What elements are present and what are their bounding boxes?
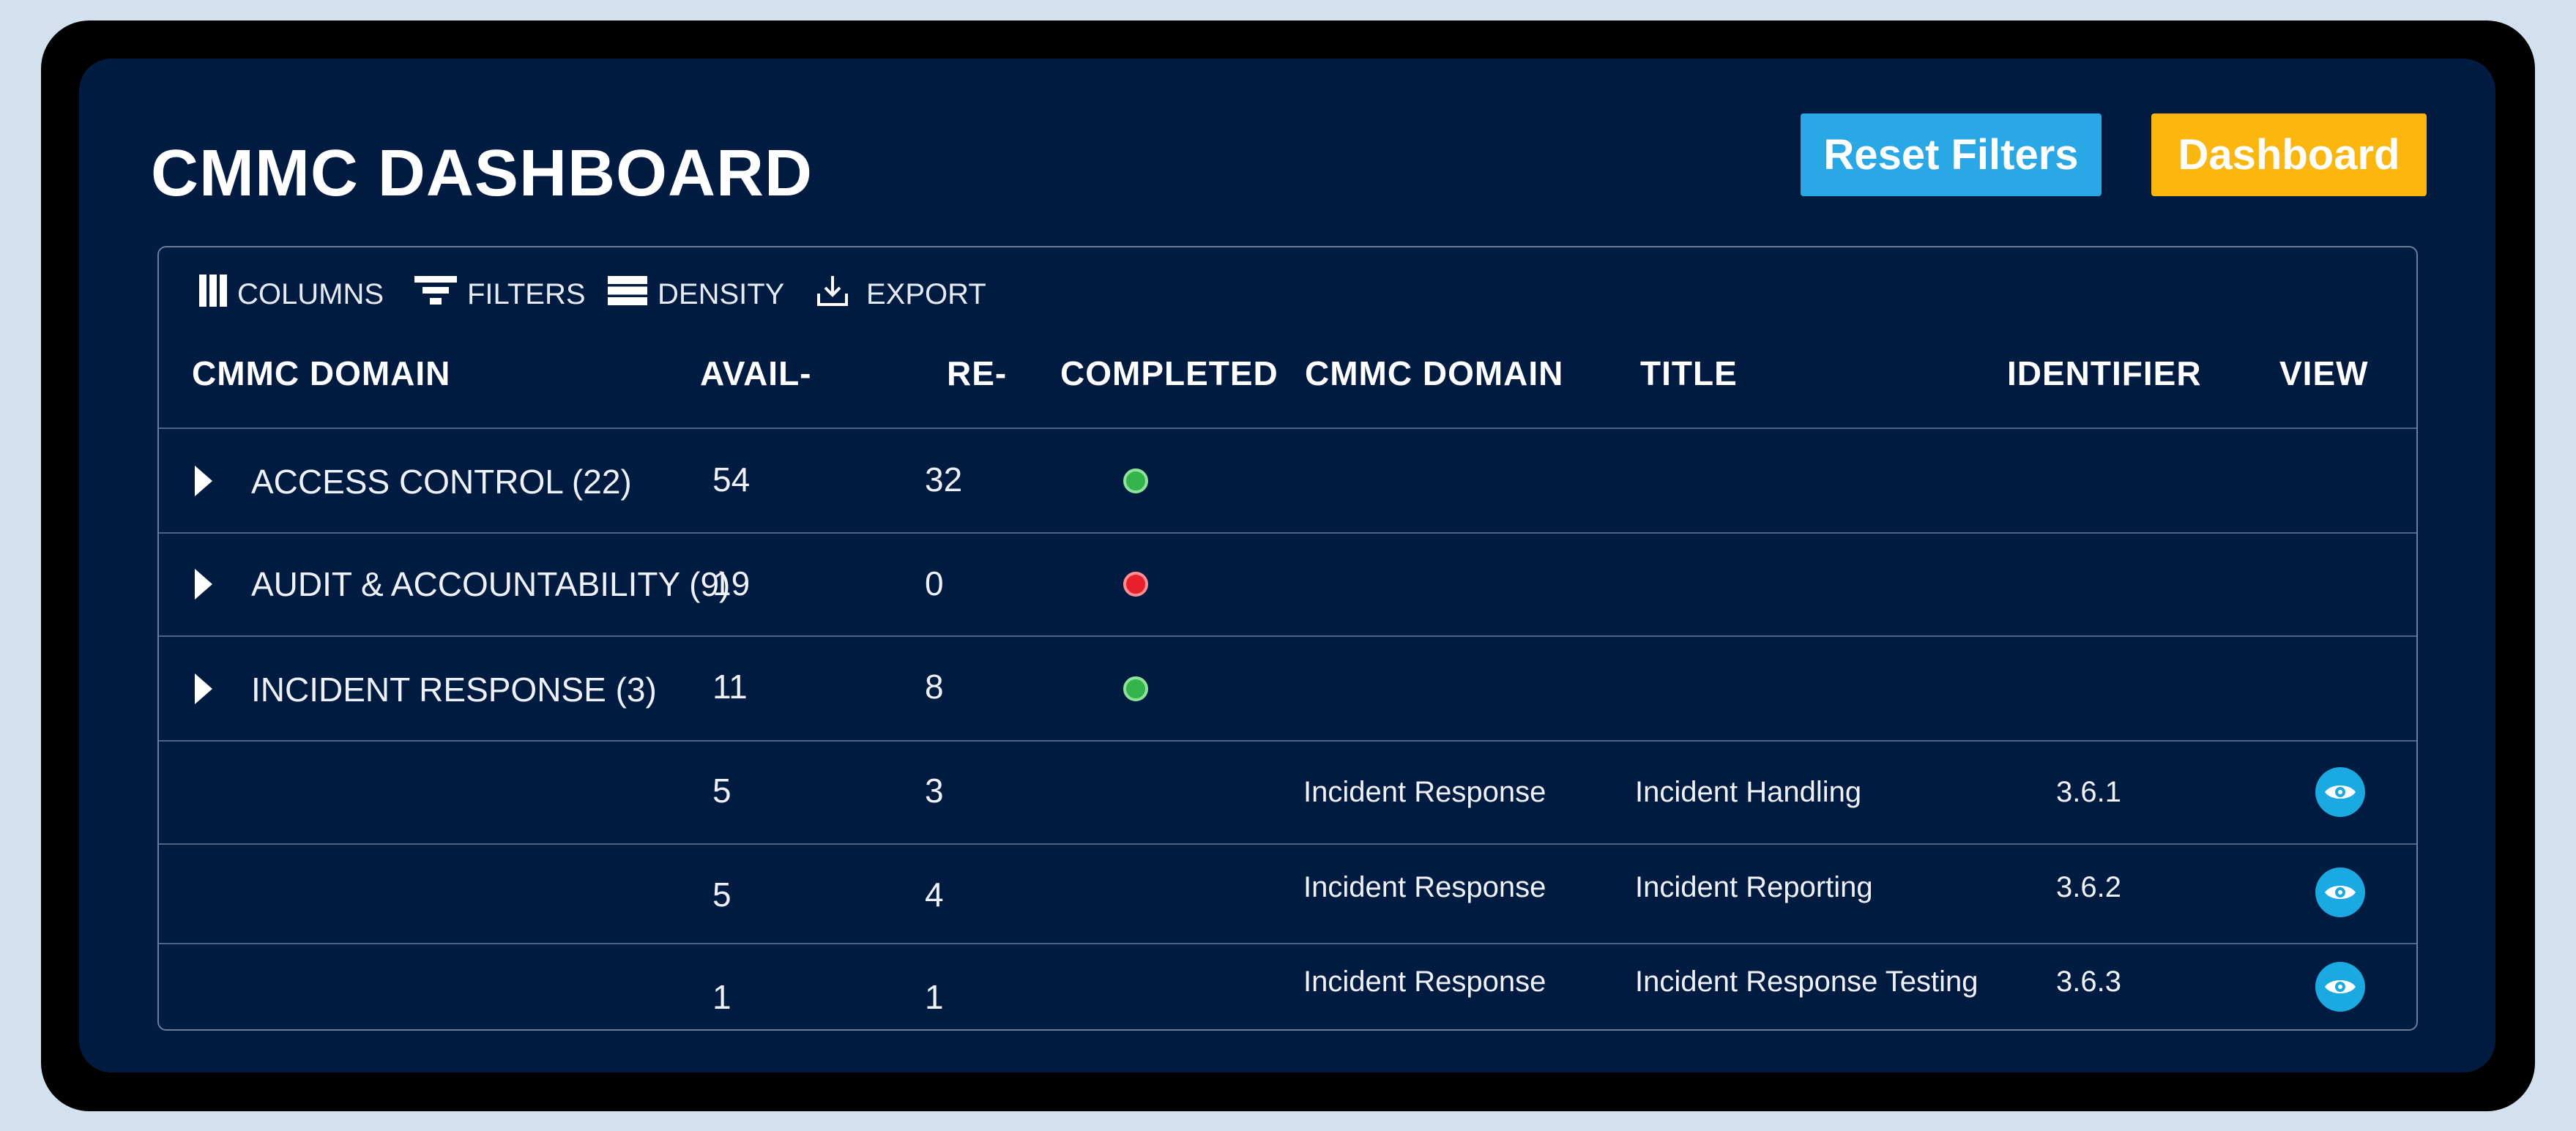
detail-identifier: 3.6.1 bbox=[2056, 776, 2121, 808]
column-header-identifier[interactable]: IDENTIFIER bbox=[2007, 351, 2202, 395]
detail-identifier: 3.6.3 bbox=[2056, 966, 2121, 998]
columns-label: COLUMNS bbox=[237, 277, 384, 310]
column-header-required[interactable]: RE- bbox=[947, 351, 1007, 395]
required-count: 3 bbox=[925, 772, 944, 810]
expand-arrow-icon[interactable] bbox=[195, 466, 212, 496]
page-title: CMMC DASHBOARD bbox=[151, 137, 813, 210]
column-header-cmmc-domain[interactable]: CMMC DOMAIN bbox=[192, 351, 450, 395]
view-button[interactable] bbox=[2315, 867, 2365, 917]
download-icon bbox=[816, 275, 849, 314]
group-domain: INCIDENT RESPONSE (3) bbox=[251, 671, 657, 709]
available-count: 5 bbox=[712, 772, 732, 810]
status-badge bbox=[1123, 469, 1148, 493]
column-header-view[interactable]: VIEW bbox=[2279, 351, 2369, 395]
density-toolbar-button[interactable]: DENSITY bbox=[608, 272, 784, 316]
density-icon bbox=[608, 276, 647, 313]
detail-identifier: 3.6.2 bbox=[2056, 871, 2121, 903]
detail-title: Incident Handling bbox=[1635, 776, 1862, 808]
filter-icon bbox=[414, 276, 457, 313]
row-divider bbox=[159, 635, 2416, 637]
dashboard-button[interactable]: Dashboard bbox=[2151, 113, 2427, 196]
view-button[interactable] bbox=[2315, 962, 2365, 1012]
expand-arrow-icon[interactable] bbox=[195, 673, 212, 704]
detail-domain: Incident Response bbox=[1303, 966, 1546, 998]
eye-icon bbox=[2325, 886, 2356, 899]
available-count: 11 bbox=[712, 668, 748, 706]
detail-domain: Incident Response bbox=[1303, 871, 1546, 903]
available-count: 5 bbox=[712, 876, 732, 914]
required-count: 1 bbox=[925, 978, 944, 1016]
row-divider bbox=[159, 428, 2416, 429]
row-divider bbox=[159, 532, 2416, 534]
required-count: 32 bbox=[925, 460, 963, 499]
eye-icon bbox=[2325, 785, 2356, 799]
columns-toolbar-button[interactable]: COLUMNS bbox=[199, 272, 384, 316]
row-divider bbox=[159, 740, 2416, 742]
columns-icon bbox=[199, 275, 227, 314]
required-count: 0 bbox=[925, 564, 944, 602]
status-badge bbox=[1123, 676, 1148, 701]
eye-icon bbox=[2325, 980, 2356, 993]
required-count: 4 bbox=[925, 876, 944, 914]
export-label: EXPORT bbox=[866, 277, 986, 310]
group-domain: AUDIT & ACCOUNTABILITY (9) bbox=[251, 565, 731, 603]
column-header-available[interactable]: AVAIL- bbox=[700, 351, 812, 395]
column-header-detail-domain[interactable]: CMMC DOMAIN bbox=[1305, 351, 1563, 395]
available-count: 54 bbox=[712, 460, 751, 499]
filters-label: FILTERS bbox=[467, 277, 586, 310]
available-count: 19 bbox=[712, 564, 751, 602]
group-domain: ACCESS CONTROL (22) bbox=[251, 463, 632, 501]
detail-title: Incident Response Testing bbox=[1635, 966, 1978, 998]
export-toolbar-button[interactable]: EXPORT bbox=[816, 272, 986, 316]
reset-filters-button[interactable]: Reset Filters bbox=[1801, 113, 2102, 196]
expand-arrow-icon[interactable] bbox=[195, 569, 212, 600]
detail-title: Incident Reporting bbox=[1635, 871, 1873, 903]
status-badge bbox=[1123, 572, 1148, 597]
column-header-title[interactable]: TITLE bbox=[1640, 351, 1738, 395]
view-button[interactable] bbox=[2315, 767, 2365, 817]
column-header-completed[interactable]: COMPLETED bbox=[1060, 351, 1278, 395]
filters-toolbar-button[interactable]: FILTERS bbox=[414, 272, 586, 316]
row-divider bbox=[159, 943, 2416, 944]
row-divider bbox=[159, 843, 2416, 845]
detail-domain: Incident Response bbox=[1303, 776, 1546, 808]
required-count: 8 bbox=[925, 668, 944, 706]
available-count: 1 bbox=[712, 978, 732, 1016]
density-label: DENSITY bbox=[658, 277, 785, 310]
